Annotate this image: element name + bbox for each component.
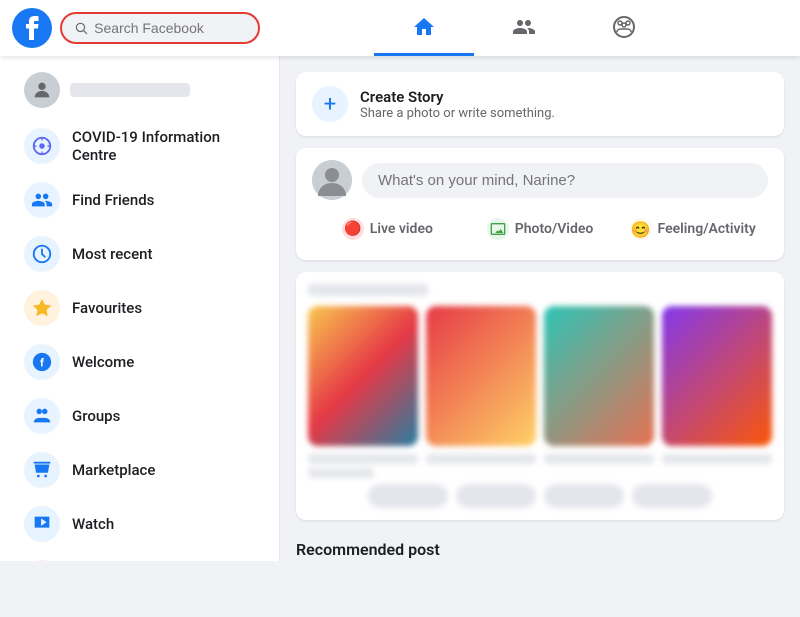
live-video-label: Live video (370, 221, 433, 237)
recent-icon (24, 236, 60, 272)
photo-video-label: Photo/Video (515, 221, 594, 237)
sidebar-item-welcome[interactable]: f Welcome (8, 336, 271, 388)
sidebar-item-watch[interactable]: Watch (8, 498, 271, 550)
photo-video-button[interactable]: Photo/Video (465, 210, 616, 248)
search-icon (74, 20, 88, 36)
watch-icon (24, 506, 60, 542)
sidebar-item-friends[interactable]: Find Friends (8, 174, 271, 226)
stories-section-title-blur (308, 284, 428, 296)
search-input[interactable] (94, 20, 246, 36)
sidebar-item-marketplace[interactable]: Marketplace (8, 444, 271, 496)
sidebar-label-marketplace: Marketplace (72, 461, 155, 479)
stories-action-row (308, 484, 772, 508)
create-story-plus-icon: + (312, 86, 348, 122)
svg-text:f: f (40, 357, 44, 370)
groups-icon (612, 15, 636, 39)
main-layout: COVID-19 Information Centre Find Friends… (0, 56, 800, 561)
action-row: 🔴 Live video Photo/Video 😊 Feeling/Activ… (312, 210, 768, 248)
stories-section (296, 272, 784, 520)
recommended-post-label: Recommended post (296, 532, 784, 561)
welcome-icon: f (24, 344, 60, 380)
home-icon (412, 15, 436, 39)
sidebar-label-recent: Most recent (72, 245, 152, 263)
nav-tab-home[interactable] (374, 0, 474, 56)
story-card-4[interactable] (662, 306, 772, 446)
sidebar: COVID-19 Information Centre Find Friends… (0, 56, 280, 561)
create-story-title: Create Story (360, 88, 555, 106)
create-story-text: Create Story Share a photo or write some… (360, 88, 555, 121)
sidebar-item-groups[interactable]: Groups (8, 390, 271, 442)
whats-input-row (312, 160, 768, 200)
sidebar-user-profile[interactable] (8, 64, 271, 116)
nav-center (260, 0, 788, 56)
user-name-placeholder (70, 83, 190, 97)
nav-left (12, 8, 260, 48)
groups-sidebar-icon (24, 398, 60, 434)
main-content: + Create Story Share a photo or write so… (280, 56, 800, 561)
stories-grid (308, 306, 772, 446)
sidebar-item-events[interactable]: ★ Events (8, 552, 271, 561)
whats-on-mind-input[interactable] (362, 163, 768, 198)
favourites-icon (24, 290, 60, 326)
marketplace-icon (24, 452, 60, 488)
sidebar-item-favourites[interactable]: Favourites (8, 282, 271, 334)
friends-icon (24, 182, 60, 218)
sidebar-label-favourites: Favourites (72, 299, 142, 317)
sidebar-label-watch: Watch (72, 515, 114, 533)
facebook-logo[interactable] (12, 8, 52, 48)
story-card-3[interactable] (544, 306, 654, 446)
create-story-card[interactable]: + Create Story Share a photo or write so… (296, 72, 784, 136)
nav-tab-friends[interactable] (474, 0, 574, 56)
create-story-subtitle: Share a photo or write something. (360, 106, 555, 121)
nav-tab-groups[interactable] (574, 0, 674, 56)
feeling-activity-button[interactable]: 😊 Feeling/Activity (617, 210, 768, 248)
sidebar-label-welcome: Welcome (72, 353, 134, 371)
people-icon (512, 15, 536, 39)
search-box[interactable] (60, 12, 260, 44)
feeling-label: Feeling/Activity (658, 221, 756, 237)
sidebar-label-groups: Groups (72, 407, 120, 425)
whats-on-mind-card: 🔴 Live video Photo/Video 😊 Feeling/Activ… (296, 148, 784, 260)
sidebar-label-covid: COVID-19 Information Centre (72, 128, 255, 164)
covid-icon (24, 128, 60, 164)
story-card-2[interactable] (426, 306, 536, 446)
photo-video-icon (487, 218, 509, 240)
user-avatar-post (312, 160, 352, 200)
top-navigation (0, 0, 800, 56)
live-video-icon: 🔴 (342, 218, 364, 240)
sidebar-item-recent[interactable]: Most recent (8, 228, 271, 280)
live-video-button[interactable]: 🔴 Live video (312, 210, 463, 248)
user-avatar (24, 72, 60, 108)
sidebar-item-covid[interactable]: COVID-19 Information Centre (8, 120, 271, 172)
feeling-icon: 😊 (630, 218, 652, 240)
stories-caption-row (308, 454, 772, 478)
sidebar-label-friends: Find Friends (72, 191, 154, 209)
story-card-1[interactable] (308, 306, 418, 446)
